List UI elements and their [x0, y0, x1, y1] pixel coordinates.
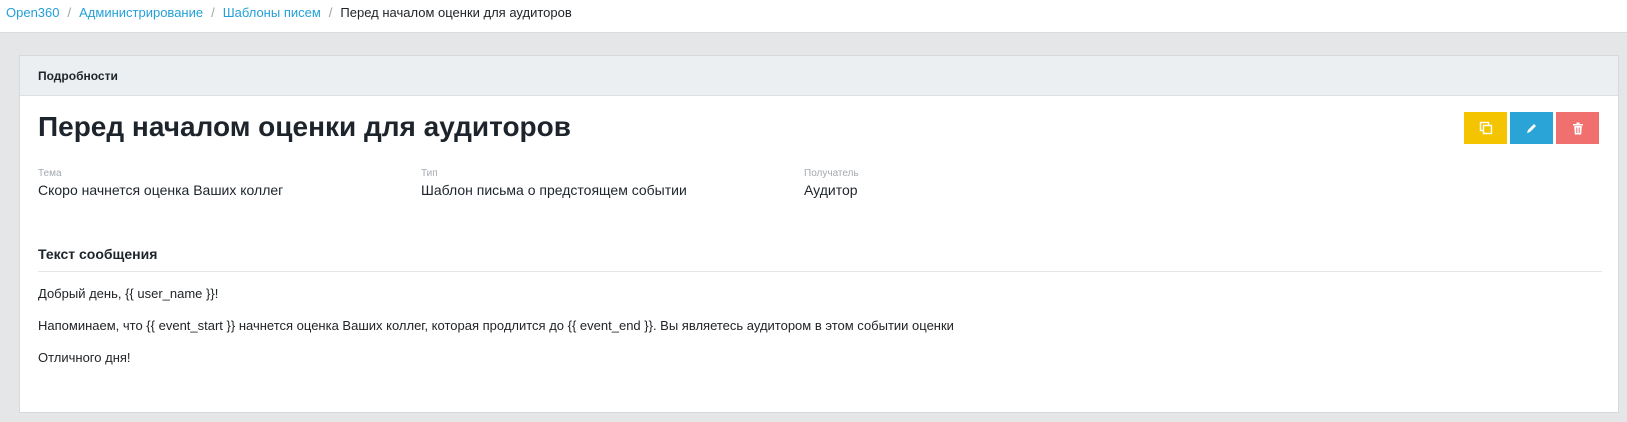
message-line: Добрый день, {{ user_name }}! [38, 286, 219, 301]
breadcrumb-link-administration[interactable]: Администрирование [79, 5, 203, 20]
breadcrumb-link-home[interactable]: Open360 [6, 5, 60, 20]
breadcrumb-separator: / [328, 5, 333, 20]
message-body: Добрый день, {{ user_name }}! Напоминаем… [38, 286, 954, 382]
field-label: Получатель [804, 168, 859, 179]
field-value: Скоро начнется оценка Ваших коллег [38, 182, 284, 198]
pencil-icon [1527, 123, 1536, 133]
edit-button[interactable] [1510, 112, 1553, 144]
field-value: Аудитор [804, 182, 858, 198]
trash-icon [1572, 122, 1583, 134]
delete-button[interactable] [1556, 112, 1599, 144]
message-line: Напоминаем, что {{ event_start }} начнет… [38, 318, 954, 333]
section-divider [38, 271, 1602, 272]
message-section-title: Текст сообщения [38, 246, 158, 262]
action-buttons [1464, 112, 1599, 144]
breadcrumb-separator: / [211, 5, 215, 20]
details-card: Подробности Перед началом оценки для ауд… [19, 55, 1619, 413]
card-header: Подробности [20, 56, 1618, 96]
field-subject: Тема Скоро начнется оценка Ваших коллег [38, 168, 283, 198]
field-recipient: Получатель Аудитор [804, 168, 859, 198]
copy-button[interactable] [1464, 112, 1507, 144]
copy-icon [1479, 121, 1492, 135]
message-line: Отличного дня! [38, 350, 131, 365]
breadcrumb-current: Перед началом оценки для аудиторов [340, 5, 572, 20]
page-title: Перед началом оценки для аудиторов [38, 111, 571, 142]
field-value: Шаблон письма о предстоящем событии [421, 182, 687, 198]
field-label: Тема [38, 168, 62, 179]
field-label: Тип [421, 168, 438, 179]
breadcrumb-separator: / [67, 5, 72, 20]
breadcrumb-link-email-templates[interactable]: Шаблоны писем [223, 5, 321, 20]
breadcrumb: Open360 / Администрирование / Шаблоны пи… [0, 0, 1627, 33]
field-type: Тип Шаблон письма о предстоящем событии [421, 168, 687, 198]
